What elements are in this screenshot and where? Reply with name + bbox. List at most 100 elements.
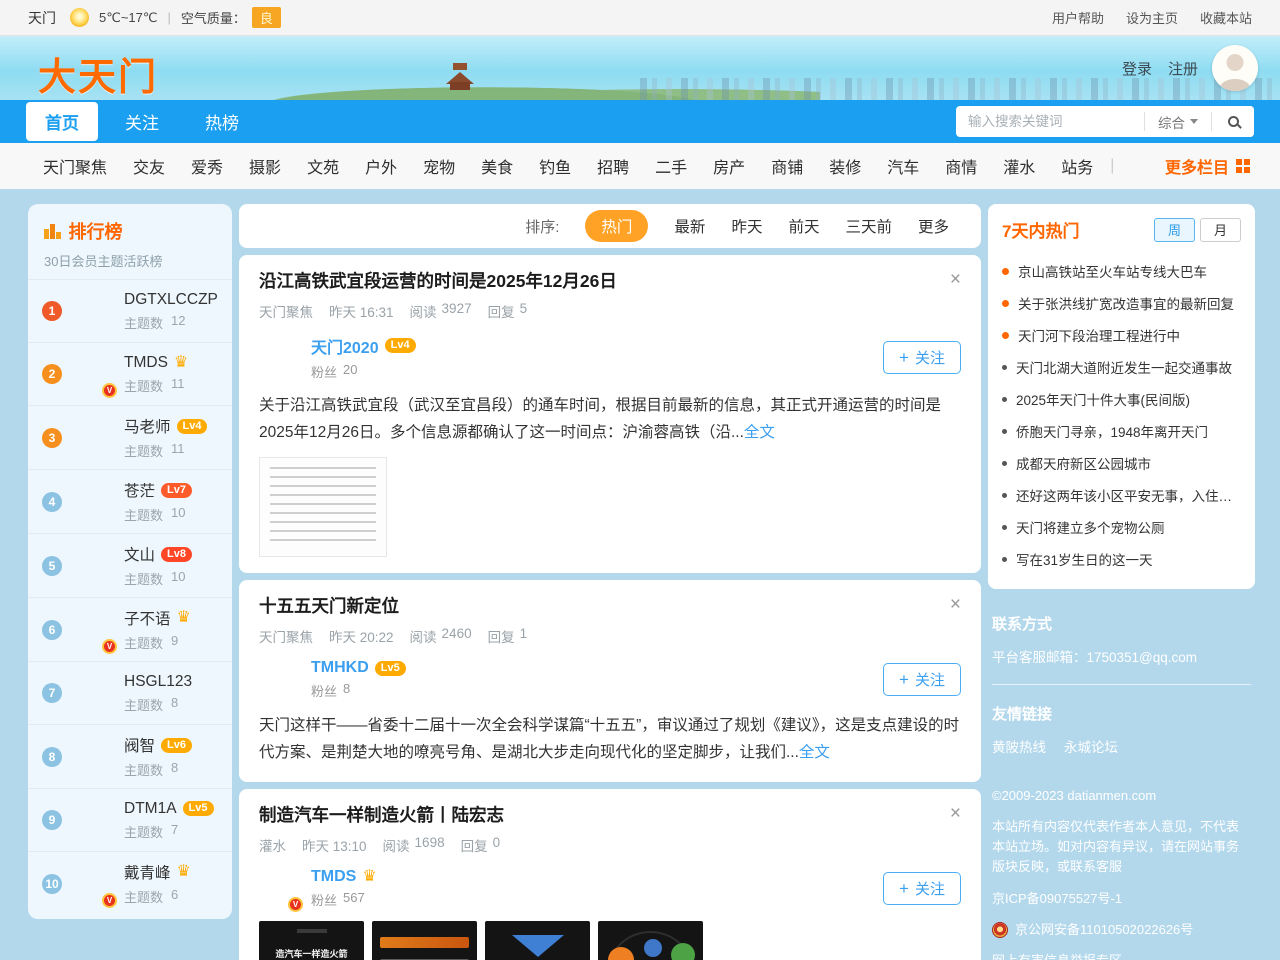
ranking-row[interactable]: 1 DGTXLCCZP 主题数 12 xyxy=(28,279,232,342)
hot-topic-link[interactable]: 关于张洪线扩宽改造事宜的最新回复 xyxy=(1018,293,1234,313)
category-link[interactable]: 宠物 xyxy=(410,154,468,178)
close-icon[interactable]: × xyxy=(938,595,961,614)
post-category[interactable]: 灌水 xyxy=(259,835,286,855)
login-link[interactable]: 登录 xyxy=(1122,58,1152,79)
hot-topic-link[interactable]: 还好这两年该小区平安无事，入住两… xyxy=(1016,485,1241,505)
category-link[interactable]: 装修 xyxy=(816,154,874,178)
category-link[interactable]: 站务 xyxy=(1048,154,1106,178)
member-name[interactable]: 马老师 xyxy=(124,415,171,437)
member-name[interactable]: HSGL123 xyxy=(124,673,192,691)
hot-topic-link[interactable]: 京山高铁站至火车站专线大巴车 xyxy=(1018,261,1207,281)
post-category[interactable]: 天门聚焦 xyxy=(259,626,313,646)
member-name[interactable]: DTM1A xyxy=(124,800,177,818)
post-category[interactable]: 天门聚焦 xyxy=(259,301,313,321)
post-title[interactable]: 十五五天门新定位 xyxy=(259,595,399,618)
friend-link[interactable]: 黄陂热线 xyxy=(992,736,1046,756)
post-title[interactable]: 制造汽车一样制造火箭丨陆宏志 xyxy=(259,804,504,827)
topbar-link[interactable]: 收藏本站 xyxy=(1200,8,1252,27)
ranking-row[interactable]: 3 马老师 Lv4 主题数 11 xyxy=(28,405,232,469)
member-name[interactable]: TMDS xyxy=(124,354,168,372)
ranking-row[interactable]: 7 HSGL123 主题数 8 xyxy=(28,661,232,724)
read-more-link[interactable]: 全文 xyxy=(799,744,830,761)
slide-thumbnail[interactable] xyxy=(372,921,477,960)
avatar[interactable] xyxy=(1212,45,1258,91)
hot-topic-link[interactable]: 天门将建立多个宠物公厕 xyxy=(1016,517,1165,537)
month-toggle-button[interactable]: 月 xyxy=(1200,218,1241,242)
topbar-link[interactable]: 设为主页 xyxy=(1126,8,1178,27)
podium-icon xyxy=(44,224,61,239)
sort-option[interactable]: 最新 xyxy=(674,215,705,237)
category-link[interactable]: 钓鱼 xyxy=(526,154,584,178)
nav-tab[interactable]: 热榜 xyxy=(186,102,258,141)
category-link[interactable]: 灌水 xyxy=(990,154,1048,178)
ranking-row[interactable]: 4 苍茫 Lv7 主题数 10 xyxy=(28,469,232,533)
sort-option[interactable]: 热门 xyxy=(585,210,648,242)
icp-record-link[interactable]: 京ICP备09075527号-1 xyxy=(992,889,1251,909)
hot-topic-link[interactable]: 2025年天门十件大事(民间版) xyxy=(1016,389,1190,409)
sort-option[interactable]: 三天前 xyxy=(845,215,892,237)
member-name[interactable]: 文山 xyxy=(124,543,155,565)
category-link[interactable]: 二手 xyxy=(642,154,700,178)
search-scope-dropdown[interactable]: 综合 xyxy=(1145,112,1211,132)
sort-option[interactable]: 昨天 xyxy=(731,215,762,237)
ranking-row[interactable]: 6 子不语 主题数 9 xyxy=(28,597,232,661)
category-link[interactable]: 房产 xyxy=(700,154,758,178)
category-link[interactable]: 美食 xyxy=(468,154,526,178)
read-more-link[interactable]: 全文 xyxy=(744,424,775,441)
category-link[interactable]: 户外 xyxy=(352,154,410,178)
more-columns-button[interactable]: 更多栏目 xyxy=(1165,154,1250,178)
post-title[interactable]: 沿江高铁武宜段运营的时间是2025年12月26日 xyxy=(259,270,617,293)
member-name[interactable]: 戴青峰 xyxy=(124,861,171,883)
ranking-title: 排行榜 xyxy=(69,218,123,244)
category-link[interactable]: 商铺 xyxy=(758,154,816,178)
post-list: 沿江高铁武宜段运营的时间是2025年12月26日 × 天门聚焦 昨天 16:31… xyxy=(239,255,981,960)
ranking-row[interactable]: 9 DTM1A Lv5 主题数 7 xyxy=(28,788,232,851)
ranking-row[interactable]: 2 TMDS 主题数 11 xyxy=(28,342,232,405)
author-name[interactable]: 天门2020 xyxy=(311,334,379,358)
police-record-link[interactable]: 京公网安备11010502022626号 xyxy=(1015,920,1193,940)
ranking-row[interactable]: 8 阀智 Lv6 主题数 8 xyxy=(28,724,232,788)
follow-button[interactable]: + 关注 xyxy=(883,872,961,905)
nav-tab[interactable]: 首页 xyxy=(26,102,98,141)
slide-thumbnail[interactable]: 造汽车一样造火箭 xyxy=(259,921,364,960)
category-link[interactable]: 交友 xyxy=(120,154,178,178)
sort-option[interactable]: 更多 xyxy=(918,215,949,237)
close-icon[interactable]: × xyxy=(938,270,961,289)
topbar-link[interactable]: 用户帮助 xyxy=(1052,8,1104,27)
site-logo[interactable]: 大天门 xyxy=(38,46,158,100)
category-link[interactable]: 招聘 xyxy=(584,154,642,178)
close-icon[interactable]: × xyxy=(938,804,961,823)
search-button[interactable] xyxy=(1212,106,1254,137)
sort-option[interactable]: 前天 xyxy=(788,215,819,237)
hot-topic-link[interactable]: 写在31岁生日的这一天 xyxy=(1016,549,1153,569)
ranking-row[interactable]: 10 戴青峰 主题数 6 xyxy=(28,851,232,915)
hot-topic-link[interactable]: 天门北湖大道附近发生一起交通事故 xyxy=(1016,357,1232,377)
category-link[interactable]: 天门聚焦 xyxy=(30,154,120,178)
member-name[interactable]: DGTXLCCZP xyxy=(124,291,218,309)
search-input[interactable] xyxy=(956,114,1144,129)
category-link[interactable]: 汽车 xyxy=(874,154,932,178)
nav-tab[interactable]: 关注 xyxy=(106,102,178,141)
author-name[interactable]: TMDS xyxy=(311,868,356,886)
follow-button[interactable]: + 关注 xyxy=(883,663,961,696)
friend-link[interactable]: 永城论坛 xyxy=(1064,736,1118,756)
slide-thumbnail[interactable]: 造汽车一样造火箭 xyxy=(485,921,590,960)
hot-topic-link[interactable]: 侨胞天门寻亲，1948年离开天门 xyxy=(1016,421,1208,441)
register-link[interactable]: 注册 xyxy=(1168,58,1198,79)
hot-topic-link[interactable]: 成都天府新区公园城市 xyxy=(1016,453,1151,473)
follow-button[interactable]: + 关注 xyxy=(883,341,961,374)
week-toggle-button[interactable]: 周 xyxy=(1154,218,1195,242)
author-name[interactable]: TMHKD xyxy=(311,659,369,677)
category-link[interactable]: 摄影 xyxy=(236,154,294,178)
category-link[interactable]: 商情 xyxy=(932,154,990,178)
category-link[interactable]: 文苑 xyxy=(294,154,352,178)
hot-topic-link[interactable]: 天门河下段治理工程进行中 xyxy=(1018,325,1180,345)
ranking-row[interactable]: 5 文山 Lv8 主题数 10 xyxy=(28,533,232,597)
member-name[interactable]: 阀智 xyxy=(124,734,155,756)
member-name[interactable]: 苍茫 xyxy=(124,479,155,501)
post-thumbnail-screenshot[interactable] xyxy=(259,457,387,557)
category-link[interactable]: 爱秀 xyxy=(178,154,236,178)
slide-thumbnail[interactable] xyxy=(598,921,703,960)
member-name[interactable]: 子不语 xyxy=(124,607,171,629)
report-link[interactable]: 网上有害信息举报专区 xyxy=(992,951,1251,960)
